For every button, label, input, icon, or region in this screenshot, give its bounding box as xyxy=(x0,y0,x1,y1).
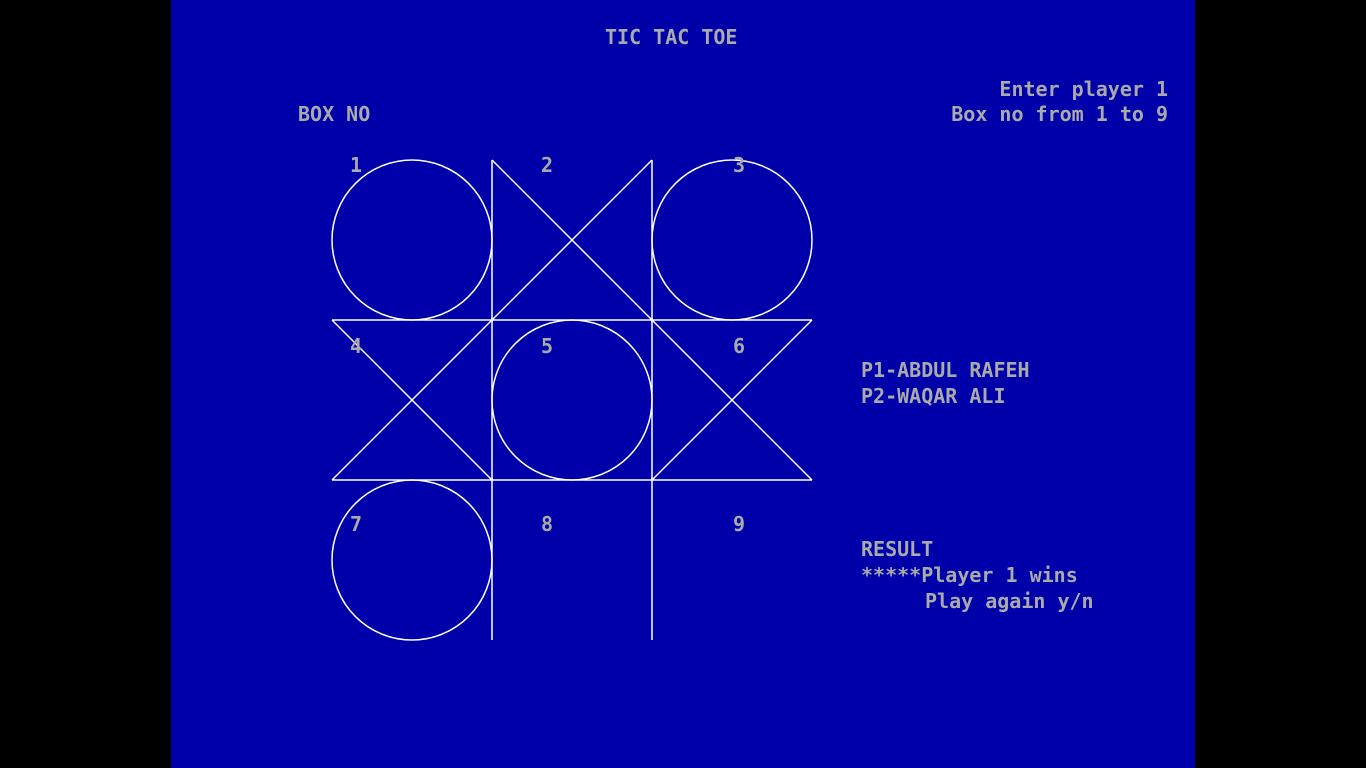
box-number-8: 8 xyxy=(541,512,554,536)
x-mark-box-6 xyxy=(651,319,813,481)
board-grid xyxy=(332,160,812,640)
box-number-5: 5 xyxy=(541,334,554,358)
box-number-7: 7 xyxy=(350,512,363,536)
play-again-prompt: Play again y/n xyxy=(925,589,1094,613)
board-marks xyxy=(331,159,813,641)
box-number-9: 9 xyxy=(733,512,746,536)
box-number-6: 6 xyxy=(733,334,746,358)
result-label: RESULT xyxy=(861,537,934,561)
box-number-1: 1 xyxy=(350,153,363,177)
o-mark-box-7 xyxy=(331,479,493,641)
game-board xyxy=(331,159,813,641)
result-message: *****Player 1 wins xyxy=(861,563,1078,587)
box-number-2: 2 xyxy=(541,153,554,177)
player-1-name: P1-ABDUL RAFEH xyxy=(861,358,1030,382)
x-mark-box-2 xyxy=(491,159,653,321)
dos-screen: TIC TAC TOE Enter player 1 Box no from 1… xyxy=(171,0,1195,768)
box-number-4: 4 xyxy=(350,334,363,358)
box-number-3: 3 xyxy=(733,153,746,177)
player-2-name: P2-WAQAR ALI xyxy=(861,384,1006,408)
o-mark-box-5 xyxy=(491,319,653,481)
o-mark-box-3 xyxy=(651,159,813,321)
o-mark-box-1 xyxy=(331,159,493,321)
